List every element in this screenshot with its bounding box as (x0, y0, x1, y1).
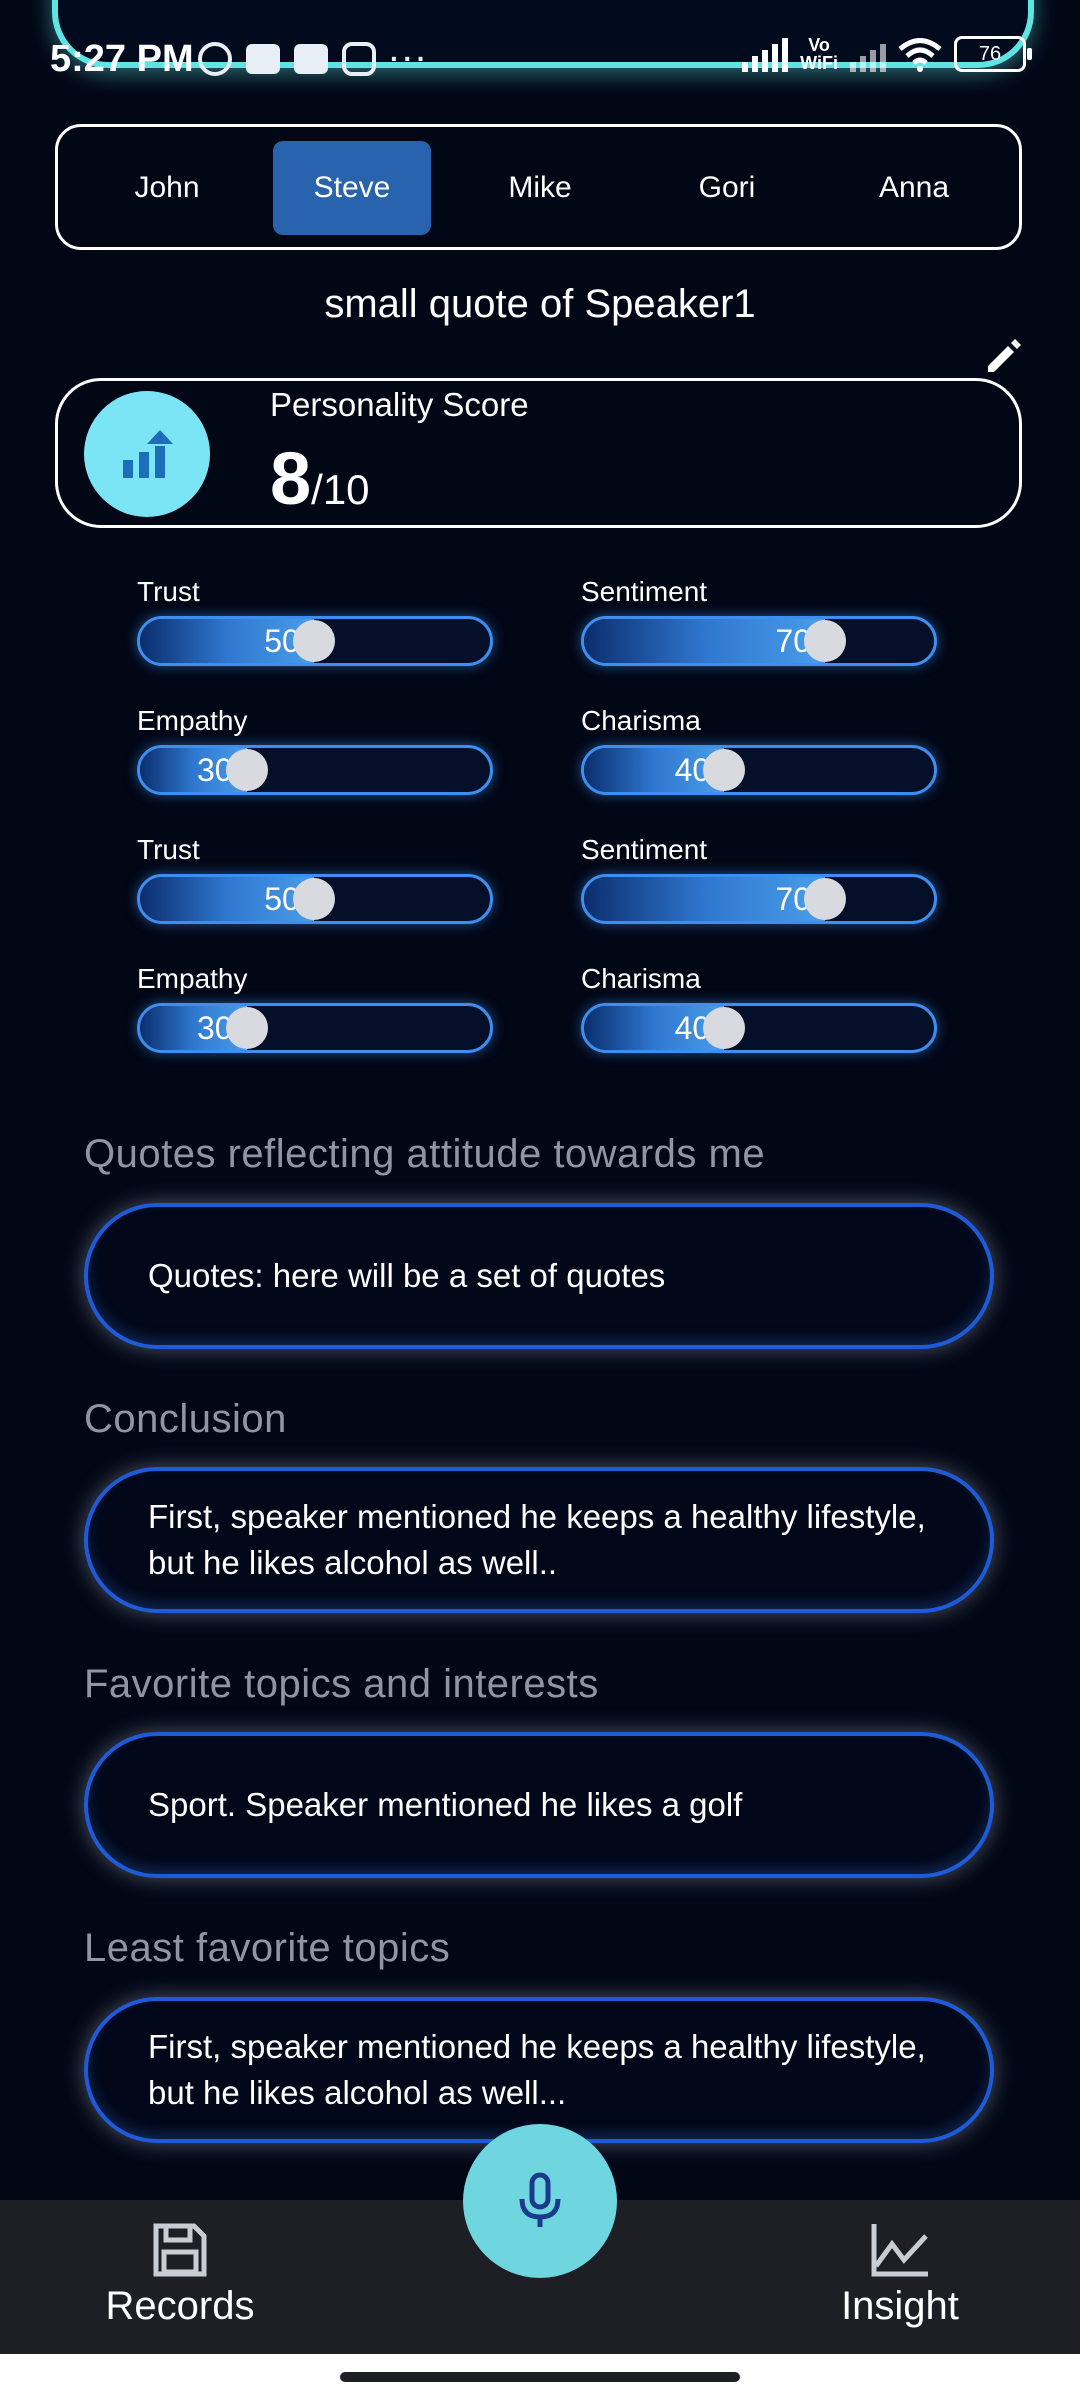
more-dots-icon: ··· (390, 43, 430, 74)
cellular-signal-icon (742, 38, 789, 72)
line-chart-icon (871, 2224, 928, 2277)
section-title-favorite-topics: Favorite topics and interests (84, 1662, 599, 1706)
score-avatar (84, 391, 210, 517)
tab-steve[interactable]: Steve (273, 141, 431, 235)
conclusion-card: First, speaker mentioned he keeps a heal… (84, 1467, 994, 1613)
favorite-topics-card: Sport. Speaker mentioned he likes a golf (84, 1732, 994, 1878)
slider-knob[interactable] (703, 749, 746, 791)
tab-mike[interactable]: Mike (461, 141, 619, 235)
section-title-quotes: Quotes reflecting attitude towards me (84, 1132, 766, 1176)
least-favorite-topics-card: First, speaker mentioned he keeps a heal… (84, 1997, 994, 2143)
personality-score-value: 8/10 (270, 436, 370, 521)
slider-empathy[interactable]: 30 (137, 1003, 493, 1053)
edit-pencil-icon[interactable] (984, 336, 1024, 376)
status-bar: 5:27 PM ··· Vo WiFi 76 (0, 0, 1080, 120)
insight-label: Insight (841, 2284, 959, 2328)
battery-icon: 76 (954, 36, 1032, 72)
youtube-icon (246, 44, 280, 74)
status-system-icons: Vo WiFi 76 (742, 35, 1032, 73)
slider-knob[interactable] (804, 878, 847, 920)
slider-empathy[interactable]: 30 (137, 745, 493, 795)
microphone-icon (519, 2172, 561, 2227)
score-max: /10 (311, 466, 370, 513)
status-notification-icons: ··· (198, 42, 430, 76)
slider-knob[interactable] (293, 620, 335, 662)
slider-knob[interactable] (225, 749, 268, 791)
insight-nav-button[interactable]: Insight (790, 2200, 1010, 2354)
slider-trust[interactable]: 50 (137, 616, 493, 666)
slider-knob[interactable] (804, 620, 847, 662)
wifi-icon (898, 38, 942, 72)
status-time: 5:27 PM (50, 38, 194, 80)
records-nav-button[interactable]: Records (70, 2200, 290, 2354)
section-title-least-favorite-topics: Least favorite topics (84, 1926, 451, 1970)
speaker-tabs: John Steve Mike Gori Anna (55, 124, 1022, 250)
personality-score-label: Personality Score (270, 386, 529, 423)
slider-label-empathy: Empathy (137, 705, 248, 736)
section-title-conclusion: Conclusion (84, 1397, 287, 1441)
slider-label-sentiment: Sentiment (581, 834, 708, 865)
tab-anna[interactable]: Anna (835, 141, 993, 235)
least-favorite-topics-text: First, speaker mentioned he keeps a heal… (148, 2028, 926, 2111)
cellular-signal-2-icon (850, 38, 886, 72)
slider-label-charisma: Charisma (581, 963, 701, 994)
slider-label-trust: Trust (137, 834, 200, 865)
vowifi-indicator: Vo WiFi (800, 35, 838, 73)
slider-sentiment[interactable]: 70 (581, 874, 937, 924)
slider-label-empathy: Empathy (137, 963, 248, 994)
home-gesture-handle[interactable] (340, 2372, 740, 2382)
slider-charisma[interactable]: 40 (581, 1003, 937, 1053)
slider-trust[interactable]: 50 (137, 874, 493, 924)
slider-knob[interactable] (225, 1007, 268, 1049)
favorite-topics-text: Sport. Speaker mentioned he likes a golf (148, 1786, 743, 1823)
tab-gori[interactable]: Gori (648, 141, 806, 235)
alarm-icon (198, 42, 232, 76)
instagram-icon (342, 42, 376, 76)
slider-charisma[interactable]: 40 (581, 745, 937, 795)
records-label: Records (105, 2284, 255, 2328)
score-number: 8 (270, 437, 312, 520)
tab-john[interactable]: John (88, 141, 246, 235)
upload-icon (294, 44, 328, 74)
save-floppy-icon (153, 2223, 207, 2277)
record-mic-button[interactable] (463, 2124, 617, 2278)
conclusion-text: First, speaker mentioned he keeps a heal… (148, 1498, 926, 1581)
quotes-text: Quotes: here will be a set of quotes (148, 1257, 666, 1294)
trending-up-chart-icon (123, 430, 173, 478)
slider-knob[interactable] (703, 1007, 746, 1049)
quotes-card: Quotes: here will be a set of quotes (84, 1203, 994, 1349)
slider-label-charisma: Charisma (581, 705, 701, 736)
slider-sentiment[interactable]: 70 (581, 616, 937, 666)
slider-label-sentiment: Sentiment (581, 576, 708, 607)
speaker-quote-title: small quote of Speaker1 (324, 282, 756, 326)
slider-label-trust: Trust (137, 576, 200, 607)
slider-knob[interactable] (293, 878, 335, 920)
